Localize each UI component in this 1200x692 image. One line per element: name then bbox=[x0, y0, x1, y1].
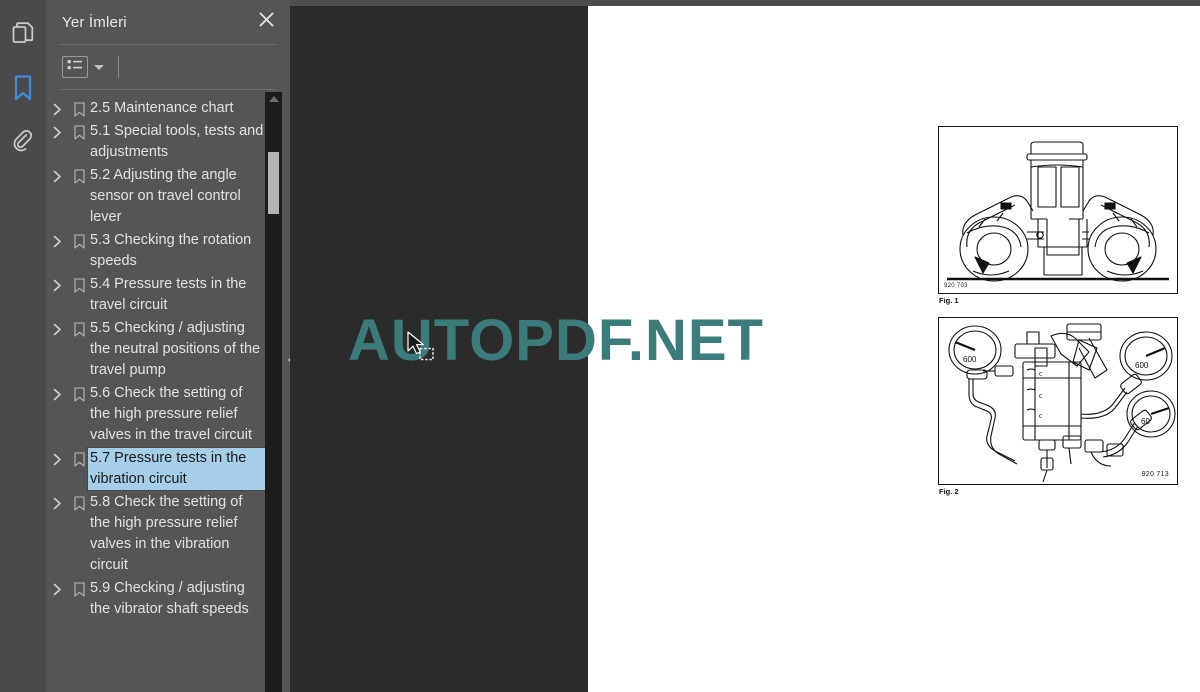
bookmark-icon bbox=[13, 75, 33, 101]
page-content: 920 703 Fig. 1 c c c 600 600 60 920 713 … bbox=[588, 6, 1200, 692]
bookmark-icon bbox=[68, 230, 90, 249]
bookmark-label: 5.8 Check the setting of the high pressu… bbox=[90, 494, 243, 573]
bookmark-item[interactable]: 2.5 Maintenance chart bbox=[46, 97, 272, 120]
chevron-right-icon bbox=[53, 323, 61, 336]
bookmark-expand-toggle[interactable] bbox=[46, 318, 68, 336]
bookmark-icon bbox=[68, 383, 90, 402]
figure-2-ref-number: 920 713 bbox=[1141, 471, 1169, 478]
rail-bookmarks-button[interactable] bbox=[3, 68, 43, 108]
bookmark-item[interactable]: 5.8 Check the setting of the high pressu… bbox=[46, 491, 272, 577]
pdf-reader-window: Yer İmleri 2.5 Maintenance chart 5.1 Spe… bbox=[0, 0, 1200, 692]
rail-attachments-button[interactable] bbox=[3, 122, 43, 162]
rail-pages-button[interactable] bbox=[3, 14, 43, 54]
bookmark-icon bbox=[68, 165, 90, 184]
bookmark-item[interactable]: 5.4 Pressure tests in the travel circuit bbox=[46, 273, 272, 317]
figure-2: c c c 600 600 60 920 713 bbox=[938, 317, 1178, 485]
bookmarks-scrollbar[interactable] bbox=[265, 92, 282, 692]
chevron-down-icon[interactable] bbox=[94, 64, 104, 70]
bookmark-item[interactable]: 5.7 Pressure tests in the vibration circ… bbox=[46, 447, 273, 491]
bookmark-item[interactable]: 5.2 Adjusting the angle sensor on travel… bbox=[46, 164, 272, 229]
chevron-right-icon bbox=[53, 388, 61, 401]
bookmark-expand-toggle[interactable] bbox=[46, 121, 68, 139]
bookmark-expand-toggle[interactable] bbox=[46, 383, 68, 401]
bookmark-icon bbox=[68, 121, 90, 140]
svg-text:60: 60 bbox=[1141, 417, 1150, 426]
bookmark-label: 5.7 Pressure tests in the vibration circ… bbox=[87, 447, 273, 491]
svg-text:c: c bbox=[1039, 411, 1043, 420]
bookmark-icon bbox=[68, 274, 90, 293]
bookmark-expand-toggle[interactable] bbox=[46, 578, 68, 596]
bookmark-item[interactable]: 5.3 Checking the rotation speeds bbox=[46, 229, 272, 273]
bookmark-icon bbox=[68, 448, 90, 467]
close-panel-button[interactable] bbox=[254, 10, 278, 34]
figure-1-caption: Fig. 1 bbox=[939, 296, 959, 305]
bookmark-label: 5.6 Check the setting of the high pressu… bbox=[90, 385, 252, 443]
bookmark-tree-inner: instructions 2.5 Maintenance chart 5.1 Spe… bbox=[46, 92, 273, 621]
figure-2-caption: Fig. 2 bbox=[939, 487, 959, 496]
figure-1: 920 703 bbox=[938, 126, 1178, 294]
bookmark-expand-toggle[interactable] bbox=[46, 448, 68, 466]
pdf-page: 920 703 Fig. 1 c c c 600 600 60 920 713 … bbox=[588, 6, 1200, 692]
figure-1-ref-number: 920 703 bbox=[944, 283, 968, 289]
chevron-right-icon bbox=[53, 497, 61, 510]
bookmark-tree[interactable]: instructions 2.5 Maintenance chart 5.1 Spe… bbox=[46, 92, 290, 692]
attachment-icon bbox=[12, 130, 34, 154]
bookmark-icon bbox=[68, 492, 90, 511]
chevron-right-icon bbox=[53, 170, 61, 183]
list-options-button[interactable] bbox=[62, 56, 88, 78]
bookmark-label: 5.4 Pressure tests in the travel circuit bbox=[90, 276, 247, 313]
close-icon bbox=[258, 11, 275, 33]
list-options-icon bbox=[67, 58, 83, 76]
bookmark-item[interactable]: 5.5 Checking / adjusting the neutral pos… bbox=[46, 317, 272, 382]
bookmark-icon bbox=[68, 318, 90, 337]
bookmark-expand-toggle[interactable] bbox=[46, 274, 68, 292]
bookmarks-toolbar bbox=[46, 45, 290, 89]
bookmark-label: instructions bbox=[90, 92, 272, 96]
pages-icon bbox=[12, 22, 34, 46]
toolbar-separator bbox=[118, 56, 119, 78]
svg-text:600: 600 bbox=[1135, 361, 1149, 370]
figures-column: 920 703 Fig. 1 c c c 600 600 60 920 713 … bbox=[938, 126, 1178, 496]
bookmark-label: 5.9 Checking / adjusting the vibrator sh… bbox=[90, 580, 249, 617]
chevron-right-icon bbox=[53, 453, 61, 466]
road-roller-machine-drawing bbox=[947, 141, 1169, 282]
chevron-right-icon bbox=[53, 583, 61, 596]
chevron-right-icon bbox=[53, 235, 61, 248]
bookmark-label: 5.5 Checking / adjusting the neutral pos… bbox=[90, 320, 261, 378]
svg-text:600: 600 bbox=[963, 355, 977, 364]
bookmark-expand-toggle[interactable] bbox=[46, 492, 68, 510]
bookmark-item[interactable]: 5.1 Special tools, tests and adjustments bbox=[46, 120, 272, 164]
scroll-up-arrow-icon[interactable] bbox=[269, 96, 279, 102]
chevron-right-icon bbox=[53, 103, 61, 116]
bookmark-expand-toggle[interactable] bbox=[46, 165, 68, 183]
hydraulic-pump-pressure-gauges-drawing: c c c 600 600 60 bbox=[948, 323, 1176, 483]
document-viewer[interactable]: 920 703 Fig. 1 c c c 600 600 60 920 713 … bbox=[290, 0, 1200, 692]
sidebar-icon-rail bbox=[0, 0, 46, 692]
chevron-right-icon bbox=[53, 279, 61, 292]
bookmarks-panel-header: Yer İmleri bbox=[46, 0, 290, 44]
bookmark-label: 5.3 Checking the rotation speeds bbox=[90, 232, 252, 269]
bookmark-label: 5.2 Adjusting the angle sensor on travel… bbox=[90, 167, 241, 225]
bookmark-label: 2.5 Maintenance chart bbox=[90, 100, 234, 116]
bookmark-expand-toggle[interactable] bbox=[46, 230, 68, 248]
svg-text:c: c bbox=[1039, 391, 1043, 400]
bookmark-icon bbox=[68, 98, 90, 117]
svg-text:c: c bbox=[1039, 369, 1043, 378]
bookmark-expand-toggle[interactable] bbox=[46, 98, 68, 116]
bookmark-icon bbox=[68, 578, 90, 597]
bookmark-item[interactable]: 5.9 Checking / adjusting the vibrator sh… bbox=[46, 577, 272, 621]
scrollbar-thumb[interactable] bbox=[268, 152, 279, 214]
chevron-right-icon bbox=[53, 126, 61, 139]
bookmark-item[interactable]: 5.6 Check the setting of the high pressu… bbox=[46, 382, 272, 447]
bookmark-label: 5.1 Special tools, tests and adjustments bbox=[90, 123, 264, 160]
panel-divider-bottom bbox=[60, 89, 276, 90]
panel-title: Yer İmleri bbox=[62, 13, 127, 31]
